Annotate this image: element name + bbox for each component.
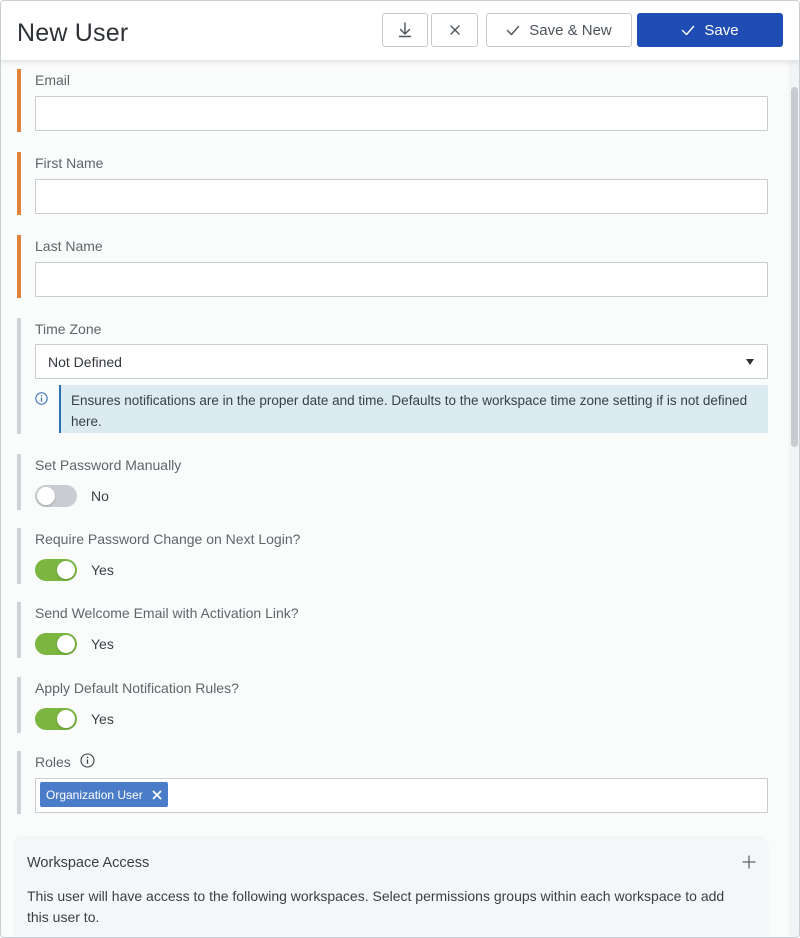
first-name-input[interactable]	[35, 179, 768, 214]
toggle-knob	[57, 710, 75, 728]
time-zone-select[interactable]: Not Defined	[35, 344, 768, 379]
time-zone-field-group: Time Zone Not Defined Ensures notificati…	[17, 318, 769, 434]
info-circle-icon[interactable]	[80, 753, 95, 773]
welcome-email-field-group: Send Welcome Email with Activation Link?…	[17, 602, 769, 658]
welcome-email-state: Yes	[91, 636, 114, 652]
set-password-state: No	[91, 488, 109, 504]
notification-rules-field-group: Apply Default Notification Rules? Yes	[17, 677, 769, 733]
plus-icon[interactable]	[742, 855, 756, 874]
page-title: New User	[17, 19, 129, 47]
time-zone-label: Time Zone	[35, 321, 102, 337]
role-chip-label: Organization User	[46, 787, 143, 802]
scrollbar[interactable]	[789, 61, 799, 937]
require-password-change-toggle[interactable]	[35, 559, 77, 581]
info-circle-icon	[35, 392, 48, 410]
set-password-field-group: Set Password Manually No	[17, 454, 769, 510]
role-chip: Organization User	[40, 782, 168, 807]
roles-field-group: Roles Organization User	[17, 751, 769, 814]
last-name-field-group: Last Name	[17, 235, 769, 298]
roles-label: Roles	[35, 754, 71, 770]
field-marker	[17, 454, 21, 510]
workspace-access-card: Workspace Access This user will have acc…	[13, 836, 769, 937]
save-and-new-label: Save & New	[529, 21, 612, 39]
workspace-access-title: Workspace Access	[27, 855, 150, 871]
first-name-field-group: First Name	[17, 152, 769, 215]
require-password-change-label: Require Password Change on Next Login?	[35, 531, 301, 547]
scrollbar-thumb[interactable]	[791, 87, 798, 447]
check-icon	[681, 25, 695, 36]
save-label: Save	[704, 21, 739, 39]
field-marker	[17, 602, 21, 658]
required-marker	[17, 152, 21, 215]
toggle-knob	[37, 487, 55, 505]
new-user-dialog: New User Save & New Save Email First Nam…	[0, 0, 800, 938]
toggle-knob	[57, 561, 75, 579]
email-label: Email	[35, 72, 71, 88]
close-button[interactable]	[431, 13, 478, 47]
close-icon	[449, 24, 461, 36]
toggle-knob	[57, 635, 75, 653]
required-marker	[17, 69, 21, 132]
workspace-access-description: This user will have access to the follow…	[27, 888, 725, 925]
dialog-header: New User Save & New Save	[1, 1, 799, 61]
email-field-group: Email	[17, 69, 769, 132]
first-name-label: First Name	[35, 155, 104, 171]
chevron-down-icon	[746, 359, 754, 365]
require-password-change-field-group: Require Password Change on Next Login? Y…	[17, 528, 769, 584]
notification-rules-label: Apply Default Notification Rules?	[35, 680, 239, 696]
field-marker	[17, 528, 21, 584]
field-marker	[17, 751, 21, 814]
check-icon	[506, 25, 520, 36]
set-password-label: Set Password Manually	[35, 457, 182, 473]
time-zone-help-text: Ensures notifications are in the proper …	[71, 393, 748, 429]
field-marker	[17, 318, 21, 434]
notification-rules-toggle[interactable]	[35, 708, 77, 730]
time-zone-value: Not Defined	[48, 354, 122, 370]
last-name-label: Last Name	[35, 238, 103, 254]
arrow-down-to-line-icon	[398, 22, 412, 38]
welcome-email-toggle[interactable]	[35, 633, 77, 655]
roles-multiselect[interactable]: Organization User	[35, 778, 768, 813]
email-input[interactable]	[35, 96, 768, 131]
save-button[interactable]: Save	[637, 13, 783, 47]
required-marker	[17, 235, 21, 298]
time-zone-help: Ensures notifications are in the proper …	[59, 385, 768, 433]
collapse-button[interactable]	[382, 13, 428, 47]
save-and-new-button[interactable]: Save & New	[486, 13, 632, 47]
welcome-email-label: Send Welcome Email with Activation Link?	[35, 605, 299, 621]
remove-x-icon[interactable]	[152, 790, 162, 800]
require-password-change-state: Yes	[91, 562, 114, 578]
field-marker	[17, 677, 21, 733]
set-password-toggle[interactable]	[35, 485, 77, 507]
notification-rules-state: Yes	[91, 711, 114, 727]
last-name-input[interactable]	[35, 262, 768, 297]
